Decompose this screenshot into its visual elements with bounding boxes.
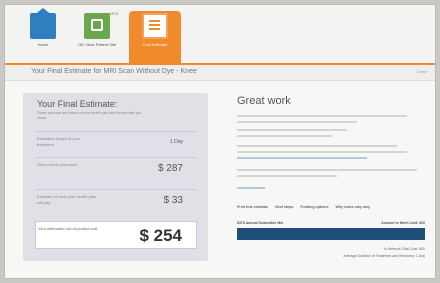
estimate-total-row: Your estimated out-of-pocket cost $ 254 [35,221,197,249]
document-icon [142,13,168,39]
estimate-row-value: 1 Day [169,139,183,145]
action-links: Print this estimate Next steps Funding o… [237,205,376,209]
why-costs-vary-link[interactable]: Why costs may vary [336,205,371,209]
text-line [237,129,347,131]
text-line [237,115,407,117]
toolbar-cost-estimate[interactable]: Cost Estimate [129,11,181,63]
next-steps-link[interactable]: Next steps [275,205,293,209]
text-line [237,135,332,137]
app-window: Home HIC Near Patient Site NEW Cost Esti… [4,4,436,279]
print-estimate-link[interactable]: Print this estimate [237,205,268,209]
great-work-panel: Great work Print this estimate Next step… [233,93,429,263]
funding-options-link[interactable]: Funding options [300,205,328,209]
estimate-heading: Your Final Estimate: [37,99,118,109]
deductible-progress-bar [237,228,425,240]
page-title: Your Final Estimate for MRI Scan Without… [31,68,197,75]
estimate-row-value: $ 33 [163,195,183,206]
close-link[interactable]: Close [417,69,427,74]
text-line [237,145,397,147]
estimate-row: Total cost of procedure $ 287 [35,157,197,179]
limit-label: Amount to Meet Limit: $20 [381,221,425,225]
estimate-row-label: Estimate of what your health plan will p… [37,194,97,205]
text-line [237,187,265,189]
text-line [237,151,407,153]
duration-note: Average Duration of Treatment and Recove… [343,254,425,258]
new-badge: NEW [109,11,119,16]
toolbar-home[interactable]: Home [17,8,69,57]
estimate-row-value: $ 287 [157,163,183,174]
network-cost-note: In Network Total Cost: $00 [384,247,425,251]
estimate-total-value: $ 254 [139,226,182,245]
text-line [237,121,357,123]
home-icon [30,8,56,39]
text-line [237,175,337,177]
toolbar-estimate-label: Cost Estimate [142,42,168,47]
deductible-labels: $378 Annual Deductible Met Amount to Mee… [237,221,427,225]
text-line [237,157,367,159]
toolbar-find-site[interactable]: HIC Near Patient Site [71,11,123,57]
estimate-subtext: These amounts are based on your health p… [37,111,142,120]
estimate-row-label: Estimated length of your treatment [37,136,81,147]
toolbar: Home HIC Near Patient Site NEW Cost Esti… [5,5,435,63]
toolbar-home-label: Home [37,42,49,47]
estimate-total-label: Your estimated out-of-pocket cost [38,226,98,231]
page-titlebar: Your Final Estimate for MRI Scan Without… [5,63,435,81]
final-estimate-panel: Your Final Estimate: These amounts are b… [23,93,208,261]
estimate-row: Estimated length of your treatment 1 Day [35,131,197,153]
great-work-heading: Great work [237,95,291,107]
find-icon [84,13,110,39]
estimate-row: Estimate of what your health plan will p… [35,189,197,211]
estimate-row-label: Total cost of procedure [37,162,78,167]
toolbar-find-label: HIC Near Patient Site [77,42,117,47]
text-line [237,169,417,171]
deductible-met-label: $378 Annual Deductible Met [237,221,284,225]
